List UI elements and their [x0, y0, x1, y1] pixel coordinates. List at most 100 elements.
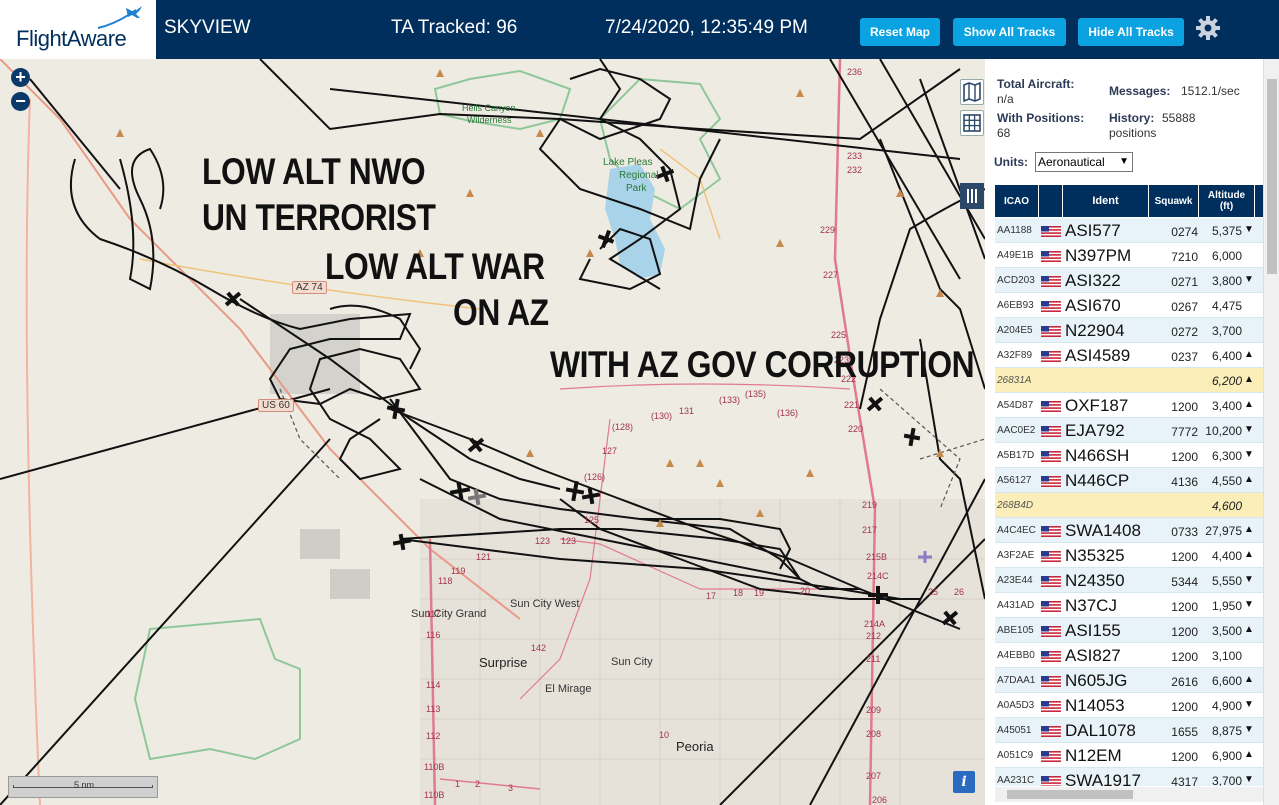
icao-cell: A0A5D3	[997, 700, 1035, 711]
table-row[interactable]: AA1188 ASI577 0274 5,375 ▼	[995, 218, 1263, 243]
column-header-icao[interactable]: ICAO	[995, 185, 1039, 217]
icao-cell: A5B17D	[997, 450, 1035, 461]
altitude-cell: 4,600	[1211, 499, 1242, 513]
aircraft-table-header: ICAO Ident Squawk Altitude (ft)	[995, 185, 1263, 217]
scrollbar-thumb[interactable]	[1267, 79, 1277, 274]
horizontal-scrollbar[interactable]	[995, 787, 1263, 802]
table-row[interactable]: A204E5 N22904 0272 3,700	[995, 318, 1263, 343]
squawk-cell: 2616	[1171, 675, 1198, 689]
icao-cell: A49E1B	[997, 250, 1034, 261]
table-row[interactable]: AA231C SWA1917 4317 3,700 ▼	[995, 768, 1263, 786]
squawk-cell: 1200	[1171, 625, 1198, 639]
toggle-columns-button[interactable]	[960, 183, 984, 209]
table-row[interactable]: A4EBB0 ASI827 1200 3,100	[995, 643, 1263, 668]
table-row[interactable]: AAC0E2 EJA792 7772 10,200 ▼	[995, 418, 1263, 443]
column-header-altitude[interactable]: Altitude (ft)	[1199, 185, 1255, 217]
mile-marker: 214A	[864, 619, 886, 629]
icao-cell: A7DAA1	[997, 675, 1036, 686]
vertical-scrollbar[interactable]	[1263, 59, 1279, 805]
squawk-cell: 7772	[1171, 425, 1198, 439]
info-icon[interactable]: i	[953, 771, 975, 793]
ident-cell: N37CJ	[1065, 596, 1117, 615]
squawk-cell: 1655	[1171, 725, 1198, 739]
table-row[interactable]: A5B17D N466SH 1200 6,300 ▼	[995, 443, 1263, 468]
column-header-squawk[interactable]: Squawk	[1149, 185, 1199, 217]
table-row[interactable]: A54D87 OXF187 1200 3,400 ▲	[995, 393, 1263, 418]
altitude-trend-icon: ▲	[1244, 349, 1254, 360]
zoom-out-button[interactable]: −	[11, 92, 30, 111]
table-row[interactable]: A3F2AE N35325 1200 4,400 ▲	[995, 543, 1263, 568]
map-view[interactable]: Hells Canyon Wilderness Lake Pleas Regio…	[0, 59, 985, 805]
squawk-cell: 4136	[1171, 475, 1198, 489]
logo-text: FlightAware	[16, 26, 127, 51]
us-flag-icon	[1041, 276, 1061, 287]
table-row[interactable]: A7DAA1 N605JG 2616 6,600 ▲	[995, 668, 1263, 693]
ident-cell: N12EM	[1065, 746, 1122, 765]
mile-marker: 221	[844, 400, 860, 410]
map-grid-button[interactable]	[960, 110, 984, 136]
mile-marker: 116	[426, 630, 441, 640]
total-aircraft-value: n/a	[997, 92, 1014, 106]
place-label: Sun City West	[510, 598, 580, 610]
show-all-tracks-button[interactable]: Show All Tracks	[953, 18, 1066, 46]
table-row[interactable]: A49E1B N397PM 7210 6,000	[995, 243, 1263, 268]
icao-cell: A051C9	[997, 750, 1034, 761]
altitude-trend-icon: ▲	[1244, 624, 1254, 635]
altitude-cell: 6,900	[1211, 749, 1242, 763]
table-row[interactable]: A56127 N446CP 4136 4,550 ▲	[995, 468, 1263, 493]
table-row[interactable]: A0A5D3 N14053 1200 4,900 ▼	[995, 693, 1263, 718]
icao-cell: A6EB93	[997, 300, 1034, 311]
reset-map-button[interactable]: Reset Map	[860, 18, 940, 46]
table-row[interactable]: A45051 DAL1078 1655 8,875 ▼	[995, 718, 1263, 743]
altitude-header-label: Altitude	[1207, 190, 1246, 201]
column-header-ident[interactable]: Ident	[1063, 185, 1149, 217]
table-row[interactable]: A051C9 N12EM 1200 6,900 ▲	[995, 743, 1263, 768]
chevron-down-icon: ▼	[1119, 156, 1129, 167]
altitude-cell: 3,400	[1211, 399, 1242, 413]
table-row[interactable]: A23E44 N24350 5344 5,550 ▼	[995, 568, 1263, 593]
column-header-flag[interactable]	[1039, 185, 1063, 217]
table-row[interactable]: 268B4D 4,600	[995, 493, 1263, 518]
map-layers-button[interactable]	[960, 79, 984, 105]
mile-marker: 233	[847, 151, 863, 161]
altitude-trend-icon: ▲	[1244, 524, 1254, 535]
icao-cell: 268B4D	[997, 500, 1034, 511]
squawk-cell: 0272	[1171, 325, 1198, 339]
mile-marker: 26	[954, 587, 965, 597]
squawk-cell: 0271	[1171, 275, 1198, 289]
ident-cell: N35325	[1065, 546, 1125, 565]
hide-all-tracks-button[interactable]: Hide All Tracks	[1078, 18, 1184, 46]
overlay-text-2: UN TERRORIST	[202, 197, 436, 238]
table-row[interactable]: A32F89 ASI4589 0237 6,400 ▲	[995, 343, 1263, 368]
us-flag-icon	[1041, 476, 1061, 487]
mile-marker: 2	[475, 779, 481, 789]
zoom-in-button[interactable]: +	[11, 68, 30, 87]
altitude-cell: 3,500	[1211, 624, 1242, 638]
gear-icon[interactable]	[1195, 15, 1221, 41]
altitude-trend-icon: ▼	[1244, 599, 1254, 610]
ident-cell: ASI827	[1065, 646, 1121, 665]
table-row[interactable]: A6EB93 ASI670 0267 4,475	[995, 293, 1263, 318]
scrollbar-thumb[interactable]	[1007, 790, 1133, 799]
altitude-trend-icon: ▼	[1244, 274, 1254, 285]
us-flag-icon	[1041, 726, 1061, 737]
table-row[interactable]: ACD203 ASI322 0271 3,800 ▼	[995, 268, 1263, 293]
altitude-cell: 6,400	[1211, 349, 1242, 363]
mile-marker: 208	[866, 729, 882, 739]
units-select[interactable]: Aeronautical ▼	[1035, 152, 1133, 172]
table-row[interactable]: 26831A 6,200 ▲	[995, 368, 1263, 393]
us-flag-icon	[1041, 326, 1061, 337]
ident-cell: DAL1078	[1065, 721, 1136, 740]
columns-icon	[967, 189, 977, 203]
flightaware-logo[interactable]: FlightAware	[0, 0, 158, 59]
squawk-cell: 0274	[1171, 225, 1198, 239]
us-flag-icon	[1041, 576, 1061, 587]
table-row[interactable]: ABE105 ASI155 1200 3,500 ▲	[995, 618, 1263, 643]
map-canvas	[0, 59, 985, 805]
table-row[interactable]: A431AD N37CJ 1200 1,950 ▼	[995, 593, 1263, 618]
mile-marker: 206	[872, 795, 888, 805]
table-row[interactable]: A4C4EC SWA1408 0733 27,975 ▲	[995, 518, 1263, 543]
mile-marker: 212	[866, 631, 882, 641]
place-label: El Mirage	[545, 683, 592, 695]
messages-label: Messages:	[1109, 84, 1171, 98]
